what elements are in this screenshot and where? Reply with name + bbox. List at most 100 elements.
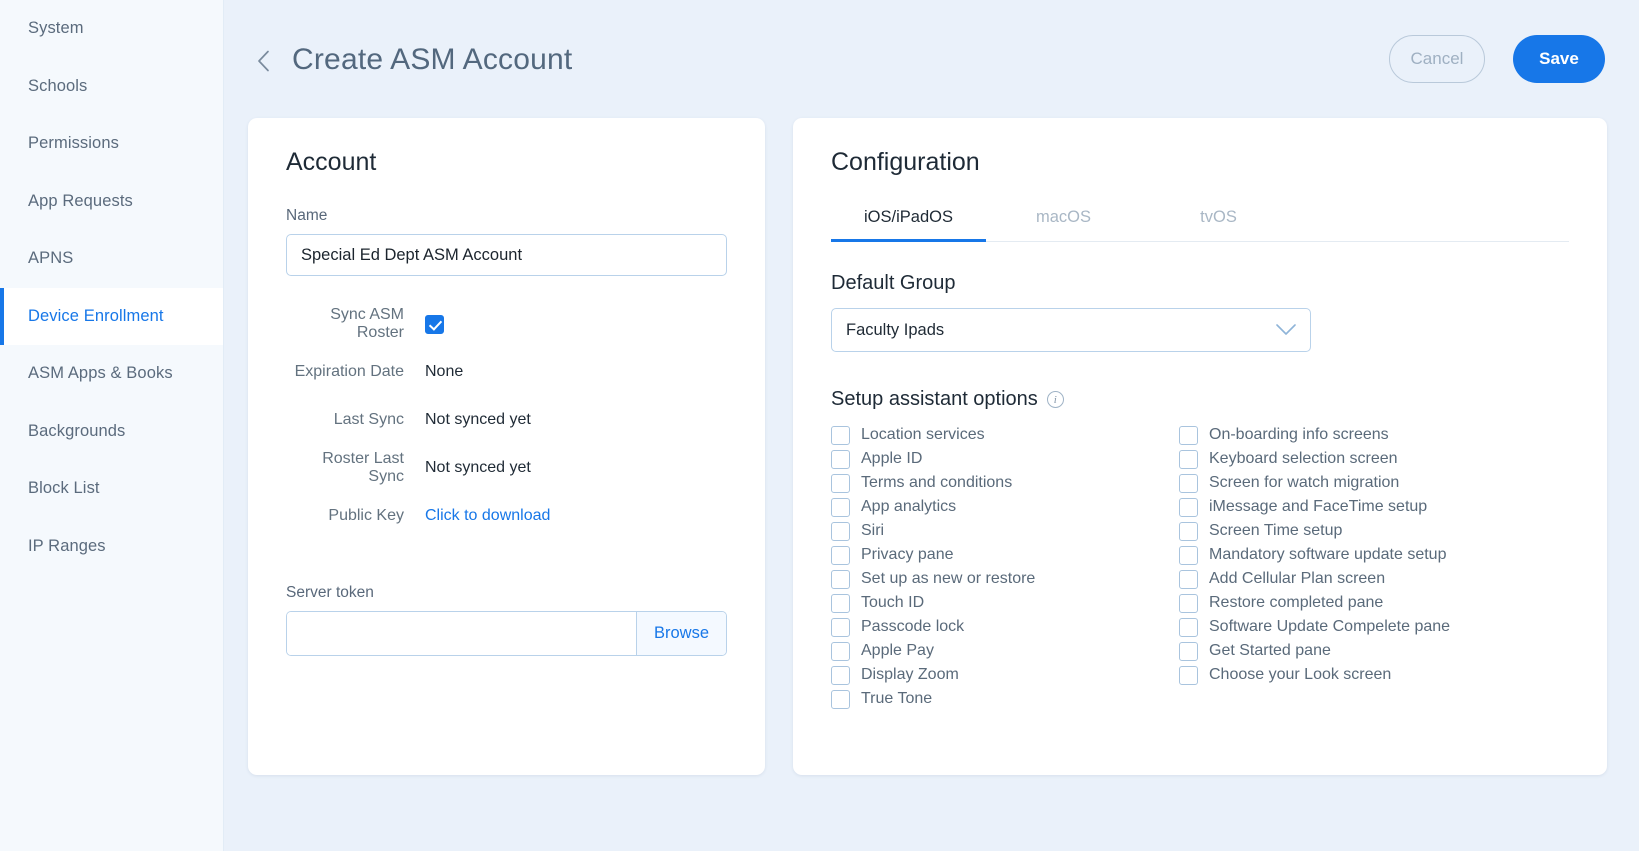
- default-group-select[interactable]: Faculty Ipads: [831, 308, 1311, 352]
- tab-macos[interactable]: macOS: [986, 208, 1141, 242]
- sidebar-item-permissions[interactable]: Permissions: [0, 115, 223, 173]
- setup-option[interactable]: Get Started pane: [1179, 639, 1569, 663]
- sidebar-item-system[interactable]: System: [0, 0, 223, 58]
- sidebar-item-ip-ranges[interactable]: IP Ranges: [0, 518, 223, 576]
- setup-option-checkbox[interactable]: [831, 593, 850, 613]
- tab-ios-ipados[interactable]: iOS/iPadOS: [831, 208, 986, 242]
- setup-option-checkbox[interactable]: [831, 689, 850, 709]
- name-label: Name: [286, 207, 328, 224]
- setup-option-checkbox[interactable]: [1179, 473, 1198, 493]
- setup-option-label: iMessage and FaceTime setup: [1209, 498, 1428, 515]
- account-row: Expiration Date None: [286, 348, 727, 396]
- public-key-download-link[interactable]: Click to download: [425, 507, 550, 525]
- sidebar-item-label: Block List: [28, 479, 100, 498]
- sidebar-item-apns[interactable]: APNS: [0, 230, 223, 288]
- setup-option[interactable]: App analytics: [831, 495, 1179, 519]
- setup-option[interactable]: Touch ID: [831, 591, 1179, 615]
- setup-option-checkbox[interactable]: [1179, 569, 1198, 589]
- sync-asm-roster-checkbox[interactable]: [425, 314, 444, 334]
- setup-option-label: Set up as new or restore: [861, 570, 1036, 587]
- account-row-label: Roster Last Sync: [322, 450, 404, 485]
- setup-option-checkbox[interactable]: [1179, 593, 1198, 613]
- sidebar-item-device-enrollment[interactable]: Device Enrollment: [0, 287, 223, 345]
- setup-option[interactable]: Location services: [831, 423, 1179, 447]
- setup-option-checkbox[interactable]: [1179, 545, 1198, 565]
- setup-option-label: Privacy pane: [861, 546, 954, 563]
- setup-option[interactable]: Add Cellular Plan screen: [1179, 567, 1569, 591]
- account-card-title: Account: [286, 148, 377, 176]
- setup-option[interactable]: Display Zoom: [831, 663, 1179, 687]
- configuration-tabs: iOS/iPadOS macOS tvOS: [831, 207, 1569, 242]
- sidebar-item-label: Permissions: [28, 134, 119, 153]
- setup-option-checkbox[interactable]: [1179, 449, 1198, 469]
- setup-option-label: Keyboard selection screen: [1209, 450, 1398, 467]
- setup-option[interactable]: iMessage and FaceTime setup: [1179, 495, 1569, 519]
- setup-option[interactable]: On-boarding info screens: [1179, 423, 1569, 447]
- setup-option[interactable]: Choose your Look screen: [1179, 663, 1569, 687]
- cancel-button[interactable]: Cancel: [1389, 35, 1485, 83]
- sidebar-item-label: Backgrounds: [28, 421, 126, 440]
- sidebar-item-block-list[interactable]: Block List: [0, 460, 223, 518]
- default-group-value: Faculty Ipads: [846, 320, 945, 339]
- setup-assistant-options: Location services Apple ID Terms and condi…: [831, 423, 1569, 711]
- setup-option-label: On-boarding info screens: [1209, 426, 1389, 443]
- setup-option-checkbox[interactable]: [831, 569, 850, 589]
- setup-option-checkbox[interactable]: [1179, 521, 1198, 541]
- account-details-list: Sync ASM Roster Expiration Date None Last S…: [286, 300, 727, 540]
- setup-option-label: Terms and conditions: [861, 474, 1013, 491]
- setup-option-checkbox[interactable]: [831, 665, 850, 685]
- setup-option-label: Screen Time setup: [1209, 522, 1343, 539]
- setup-option-label: Touch ID: [861, 594, 925, 611]
- account-row-label: Expiration Date: [294, 363, 404, 380]
- setup-option-checkbox[interactable]: [831, 641, 850, 661]
- setup-option-label: Restore completed pane: [1209, 594, 1384, 611]
- sidebar-item-backgrounds[interactable]: Backgrounds: [0, 403, 223, 461]
- name-input[interactable]: [286, 234, 727, 276]
- setup-option-checkbox[interactable]: [831, 521, 850, 541]
- setup-option-checkbox[interactable]: [831, 545, 850, 565]
- setup-option-checkbox[interactable]: [831, 497, 850, 517]
- setup-option-checkbox[interactable]: [1179, 617, 1198, 637]
- setup-option[interactable]: Keyboard selection screen: [1179, 447, 1569, 471]
- setup-option[interactable]: Screen for watch migration: [1179, 471, 1569, 495]
- setup-option-checkbox[interactable]: [1179, 665, 1198, 685]
- setup-option[interactable]: Apple ID: [831, 447, 1179, 471]
- setup-option-checkbox[interactable]: [831, 449, 850, 469]
- setup-option-checkbox[interactable]: [831, 617, 850, 637]
- setup-option[interactable]: Set up as new or restore: [831, 567, 1179, 591]
- sidebar-item-schools[interactable]: Schools: [0, 58, 223, 116]
- server-token-row: Browse: [286, 611, 727, 656]
- setup-option[interactable]: True Tone: [831, 687, 1179, 711]
- sidebar-item-asm-apps-books[interactable]: ASM Apps & Books: [0, 345, 223, 403]
- setup-option-checkbox[interactable]: [831, 425, 850, 445]
- sidebar-item-app-requests[interactable]: App Requests: [0, 173, 223, 231]
- info-icon[interactable]: i: [1046, 391, 1064, 408]
- setup-option-checkbox[interactable]: [1179, 641, 1198, 661]
- setup-option[interactable]: Terms and conditions: [831, 471, 1179, 495]
- setup-option[interactable]: Screen Time setup: [1179, 519, 1569, 543]
- setup-option-checkbox[interactable]: [1179, 425, 1198, 445]
- setup-option-label: Software Update Compelete pane: [1209, 618, 1451, 635]
- server-token-input[interactable]: [287, 612, 636, 655]
- default-group-label: Default Group: [831, 272, 956, 294]
- setup-option-checkbox[interactable]: [1179, 497, 1198, 517]
- configuration-card: Configuration iOS/iPadOS macOS tvOS Defaul…: [793, 118, 1607, 775]
- setup-option[interactable]: Passcode lock: [831, 615, 1179, 639]
- setup-option-checkbox[interactable]: [831, 473, 850, 493]
- setup-option[interactable]: Siri: [831, 519, 1179, 543]
- account-card: Account Name Sync ASM Roster Expiration D…: [248, 118, 765, 775]
- page-title: Create ASM Account: [292, 43, 573, 76]
- setup-option[interactable]: Privacy pane: [831, 543, 1179, 567]
- app-root: System Schools Permissions App Requests APNS…: [0, 0, 1639, 851]
- tab-tvos[interactable]: tvOS: [1141, 208, 1296, 242]
- setup-option[interactable]: Software Update Compelete pane: [1179, 615, 1569, 639]
- setup-option[interactable]: Apple Pay: [831, 639, 1179, 663]
- save-button[interactable]: Save: [1513, 35, 1605, 83]
- account-row: Last Sync Not synced yet: [286, 396, 727, 444]
- setup-option[interactable]: Restore completed pane: [1179, 591, 1569, 615]
- setup-options-column-left: Location services Apple ID Terms and condi…: [831, 423, 1179, 711]
- browse-button[interactable]: Browse: [636, 612, 726, 655]
- setup-option-label: Apple ID: [861, 450, 923, 467]
- setup-option[interactable]: Mandatory software update setup: [1179, 543, 1569, 567]
- chevron-left-icon[interactable]: [248, 46, 278, 76]
